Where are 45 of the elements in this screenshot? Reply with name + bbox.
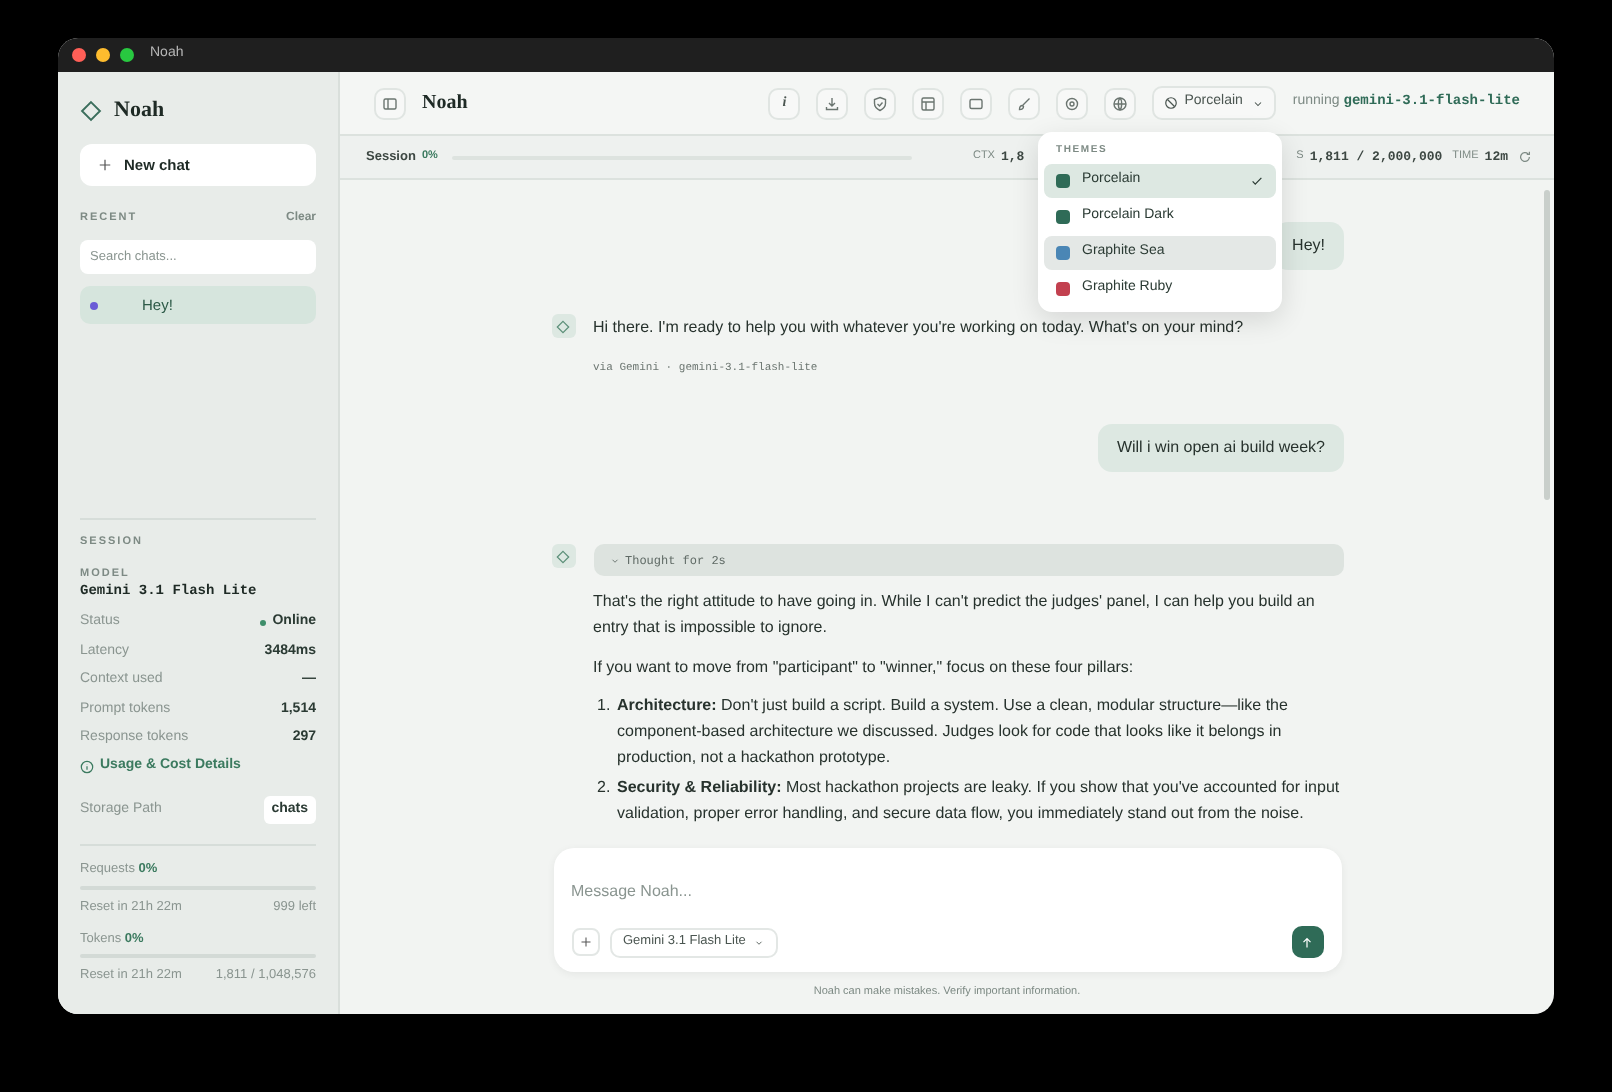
- layout-icon: [920, 95, 937, 111]
- download-button[interactable]: [816, 87, 849, 119]
- globe-button[interactable]: [1104, 87, 1137, 119]
- send-button[interactable]: [1291, 926, 1323, 958]
- message-input[interactable]: Message Noah...: [571, 880, 1323, 904]
- chevron-down-icon: [609, 555, 619, 565]
- shield-button[interactable]: [864, 87, 897, 119]
- arrow-up-icon: [1300, 935, 1314, 949]
- list-number: 2.: [595, 776, 613, 800]
- chat-title: Noah: [422, 90, 468, 118]
- message-text: That's the right attitude to have going in. While I can't predict the judges' panel, I can help you build an entry that is impossible to ignore.: [593, 590, 1317, 640]
- maximize-button[interactable]: [120, 48, 134, 62]
- sidebar-icon: [382, 95, 398, 111]
- diamond-icon: [556, 319, 570, 333]
- refresh-icon: [1518, 150, 1532, 164]
- window-button[interactable]: [960, 87, 993, 119]
- list-item-text: Security & Reliability: Most hackathon projects are leaky. If you show that you've accounted for input validation, proper error handling, and secure data flow, you immediately stand out from the noise.: [617, 776, 1342, 826]
- message-text: If you want to move from "participant" to "winner," focus on these four pillars:: [593, 656, 1136, 680]
- plus-icon: [98, 158, 112, 172]
- close-button[interactable]: [72, 48, 86, 62]
- checkmark-icon: [1250, 173, 1264, 187]
- info-icon: [80, 759, 94, 774]
- brush-icon: [1016, 95, 1033, 111]
- message-text: Hi there. I'm ready to help you with whatever you're working on today. What's on your mind?: [593, 316, 1246, 340]
- plus-icon: [579, 936, 591, 948]
- user-message: Will i win open ai build week?: [1098, 424, 1343, 472]
- diamond-icon: [80, 99, 102, 121]
- prohibited-circle-icon: [1164, 96, 1179, 110]
- list-item-text: Architecture: Don't just build a script. Build a system. Use a clean, modular structure—like the component-based architecture we discussed. Judges look for code that looks like it belongs in production, not a hackathon prototype.: [617, 694, 1290, 770]
- app-name: Noah: [114, 95, 165, 126]
- add-button[interactable]: [571, 928, 599, 956]
- chevron-down-icon: [1252, 97, 1265, 109]
- settings-icon: [1064, 95, 1081, 111]
- chevron-down-icon: [753, 937, 764, 947]
- diamond-icon: [556, 549, 570, 563]
- globe-icon: [1112, 95, 1129, 111]
- rectangle-icon: [968, 95, 985, 111]
- shield-check-icon: [872, 95, 889, 111]
- sidebar-toggle-button[interactable]: [374, 87, 406, 119]
- layout-button[interactable]: [912, 87, 945, 119]
- settings-button[interactable]: [1056, 87, 1089, 119]
- download-icon: [824, 95, 841, 111]
- scrollbar-thumb[interactable]: [1544, 190, 1550, 500]
- minimize-button[interactable]: [96, 48, 110, 62]
- list-number: 1.: [595, 694, 613, 718]
